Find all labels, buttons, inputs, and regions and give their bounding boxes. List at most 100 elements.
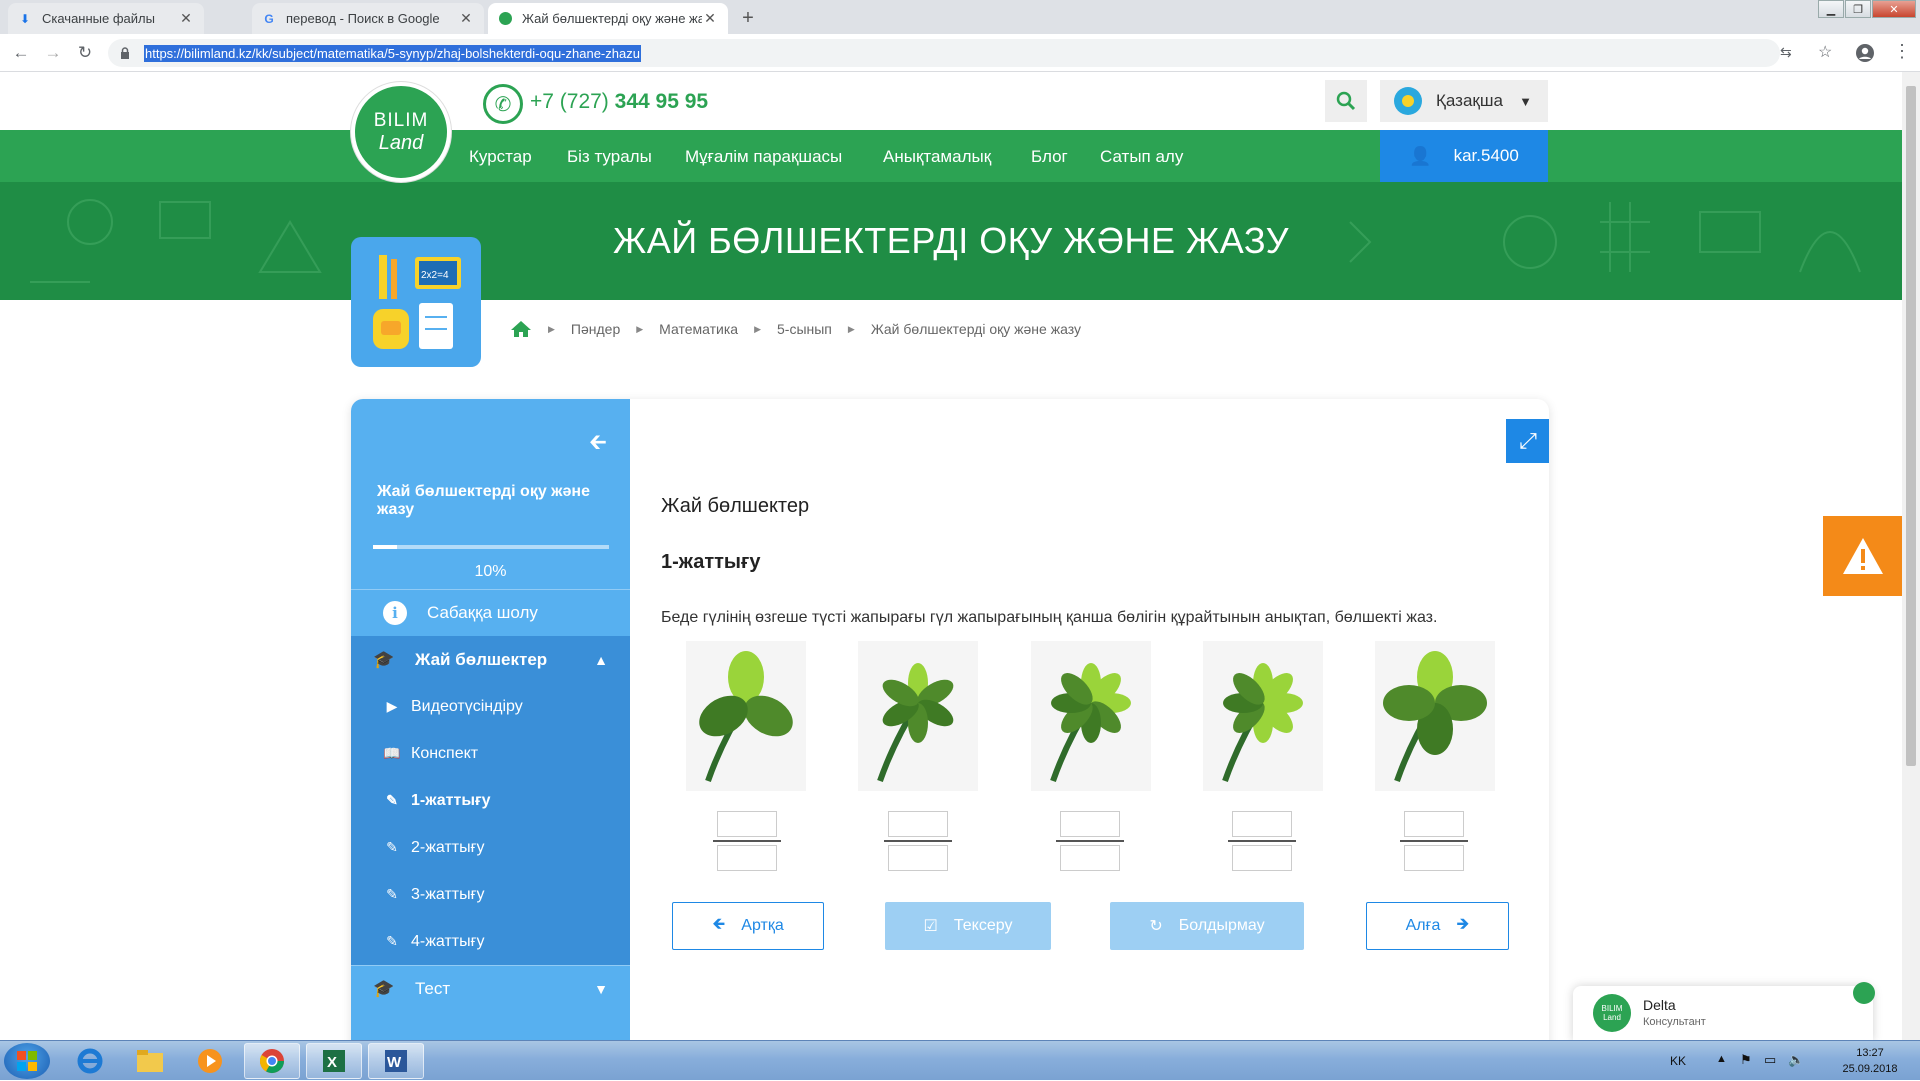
phone-number[interactable]: +7 (727) 344 95 95 <box>530 90 708 114</box>
fraction-bar <box>1228 840 1296 842</box>
sidebar-item-exercise-4[interactable]: ✎ 4-жаттығу <box>351 918 630 965</box>
denominator-input[interactable] <box>717 845 777 871</box>
arrow-left-icon: 🡸 <box>712 915 726 933</box>
sidebar-section-fractions[interactable]: 🎓 Жай бөлшектер ▲ <box>351 636 630 683</box>
breadcrumb-math[interactable]: Математика <box>659 321 738 337</box>
nav-about[interactable]: Біз туралы <box>567 147 652 167</box>
user-account-button[interactable]: 👤 kar.5400 <box>1380 130 1548 182</box>
address-bar[interactable]: https://bilimland.kz/kk/subject/matemati… <box>108 39 1832 67</box>
sidebar-item-exercise-3[interactable]: ✎ 3-жаттығу <box>351 871 630 918</box>
volume-icon[interactable]: 🔈 <box>1788 1052 1804 1068</box>
page-scrollbar[interactable] <box>1902 72 1920 1040</box>
translate-icon[interactable]: ⇆ <box>1780 44 1792 61</box>
chevron-down-icon: ▼ <box>594 981 608 997</box>
collapse-arrow-icon[interactable]: 🡰 <box>589 425 607 463</box>
forward-arrow-icon[interactable]: → <box>42 42 64 64</box>
fraction-bar <box>713 840 781 842</box>
back-button[interactable]: 🡸 Артқа <box>672 902 824 950</box>
nav-blog[interactable]: Блог <box>1031 147 1068 167</box>
numerator-input[interactable] <box>1232 811 1292 837</box>
word-icon[interactable]: W <box>368 1043 424 1079</box>
search-button[interactable] <box>1325 80 1367 122</box>
bilimland-logo[interactable]: BILIM Land <box>351 82 451 182</box>
clover-image-4 <box>1203 641 1323 791</box>
exercise-title: 1-жаттығу <box>661 551 761 573</box>
denominator-input[interactable] <box>1060 845 1120 871</box>
numerator-input[interactable] <box>888 811 948 837</box>
tab-google-search[interactable]: G перевод - Поиск в Google ✕ <box>252 3 484 34</box>
clover-leaf-highlighted <box>728 651 764 703</box>
bookmark-star-icon[interactable]: ☆ <box>1818 42 1832 62</box>
sidebar-item-notes[interactable]: 📖 Конспект <box>351 730 630 777</box>
nav-reference[interactable]: Анықтамалық <box>883 147 991 167</box>
warning-icon <box>1843 538 1883 574</box>
graduation-cap-icon: 🎓 <box>373 979 395 998</box>
nav-buy[interactable]: Сатып алу <box>1100 147 1183 167</box>
fraction-input-5 <box>1400 811 1468 871</box>
internet-explorer-icon[interactable] <box>62 1043 118 1079</box>
chat-agent-name: Delta <box>1643 997 1676 1013</box>
tab-bilimland[interactable]: Жай бөлшектерді оқу және жазу ✕ <box>488 3 728 34</box>
report-error-tab[interactable] <box>1823 516 1902 596</box>
reload-icon[interactable]: ↻ <box>74 42 96 64</box>
denominator-input[interactable] <box>1232 845 1292 871</box>
home-icon[interactable] <box>510 320 532 338</box>
nav-teacher-page[interactable]: Мұғалім парақшасы <box>685 147 842 167</box>
close-tab-icon[interactable]: ✕ <box>178 10 194 27</box>
close-window-button[interactable]: ✕ <box>1872 0 1916 18</box>
tray-expand-icon[interactable]: ▲ <box>1716 1053 1727 1065</box>
chat-widget[interactable]: BILIM Land Delta Консультант <box>1573 982 1875 1040</box>
numerator-input[interactable] <box>717 811 777 837</box>
sidebar-item-exercise-2[interactable]: ✎ 2-жаттығу <box>351 824 630 871</box>
tab-downloads[interactable]: ⬇ Скачанные файлы ✕ <box>8 3 204 34</box>
svg-text:2x2=4: 2x2=4 <box>421 270 449 281</box>
back-arrow-icon[interactable]: ← <box>10 42 32 64</box>
denominator-input[interactable] <box>888 845 948 871</box>
sidebar-item-overview[interactable]: i Сабаққа шолу <box>351 589 630 636</box>
clock[interactable]: 13:27 25.09.2018 <box>1830 1045 1910 1077</box>
language-selector[interactable]: Қазақша ▼ <box>1380 80 1548 122</box>
sidebar-item-exercise-1[interactable]: ✎ 1-жаттығу <box>351 777 630 824</box>
action-center-icon[interactable]: ⚑ <box>1740 1052 1752 1068</box>
scrollbar-thumb[interactable] <box>1906 86 1916 766</box>
minimize-button[interactable]: ▁ <box>1818 0 1844 18</box>
numerator-input[interactable] <box>1404 811 1464 837</box>
chevron-up-icon: ▲ <box>594 651 608 668</box>
chrome-icon[interactable] <box>244 1043 300 1079</box>
denominator-input[interactable] <box>1404 845 1464 871</box>
url-text[interactable]: https://bilimland.kz/kk/subject/matemati… <box>144 45 641 62</box>
nav-courses[interactable]: Курстар <box>469 147 532 167</box>
sidebar-section-test[interactable]: 🎓 Тест ▼ <box>351 965 630 1012</box>
svg-text:W: W <box>387 1054 402 1071</box>
close-tab-icon[interactable]: ✕ <box>458 10 474 27</box>
keyboard-language[interactable]: KK <box>1670 1054 1686 1068</box>
check-button[interactable]: ☑ Тексеру <box>885 902 1051 950</box>
excel-icon[interactable]: X <box>306 1043 362 1079</box>
exercise-instruction: Беде гүлінің өзгеше түсті жапырағы гүл ж… <box>661 609 1438 626</box>
caret-down-icon: ▼ <box>1519 93 1532 109</box>
sidebar-item-video[interactable]: ▶ Видеотүсіндіру <box>351 683 630 730</box>
breadcrumb-current: Жай бөлшектерді оқу және жазу <box>870 321 1081 337</box>
maximize-button[interactable]: ❐ <box>1845 0 1871 18</box>
reset-button[interactable]: ↻ Болдырмау <box>1110 902 1304 950</box>
edit-icon: ✎ <box>386 933 398 949</box>
next-button[interactable]: Алға 🡺 <box>1366 902 1509 950</box>
network-icon[interactable]: ▭ <box>1764 1052 1776 1068</box>
sidebar-title: Жай бөлшектерді оқу және жазу <box>377 483 590 518</box>
fullscreen-button[interactable]: ⤢ <box>1506 419 1549 463</box>
breadcrumb-subjects[interactable]: Пәндер <box>571 321 620 337</box>
start-button[interactable] <box>4 1043 50 1079</box>
clover-4 <box>1222 663 1303 782</box>
menu-kebab-icon[interactable]: ⋮ <box>1893 41 1911 62</box>
windows-logo-icon <box>17 1051 37 1071</box>
clover-leaf <box>1383 685 1435 721</box>
numerator-input[interactable] <box>1060 811 1120 837</box>
breadcrumb-grade[interactable]: 5-сынып <box>777 321 832 337</box>
close-tab-icon[interactable]: ✕ <box>702 10 718 27</box>
profile-icon[interactable] <box>1855 43 1875 63</box>
media-player-icon[interactable] <box>182 1043 238 1079</box>
phone-icon: ✆ <box>483 84 523 124</box>
new-tab-button[interactable]: + <box>736 6 760 30</box>
file-explorer-icon[interactable] <box>122 1043 178 1079</box>
lesson-title: Жай бөлшектер <box>661 495 810 517</box>
